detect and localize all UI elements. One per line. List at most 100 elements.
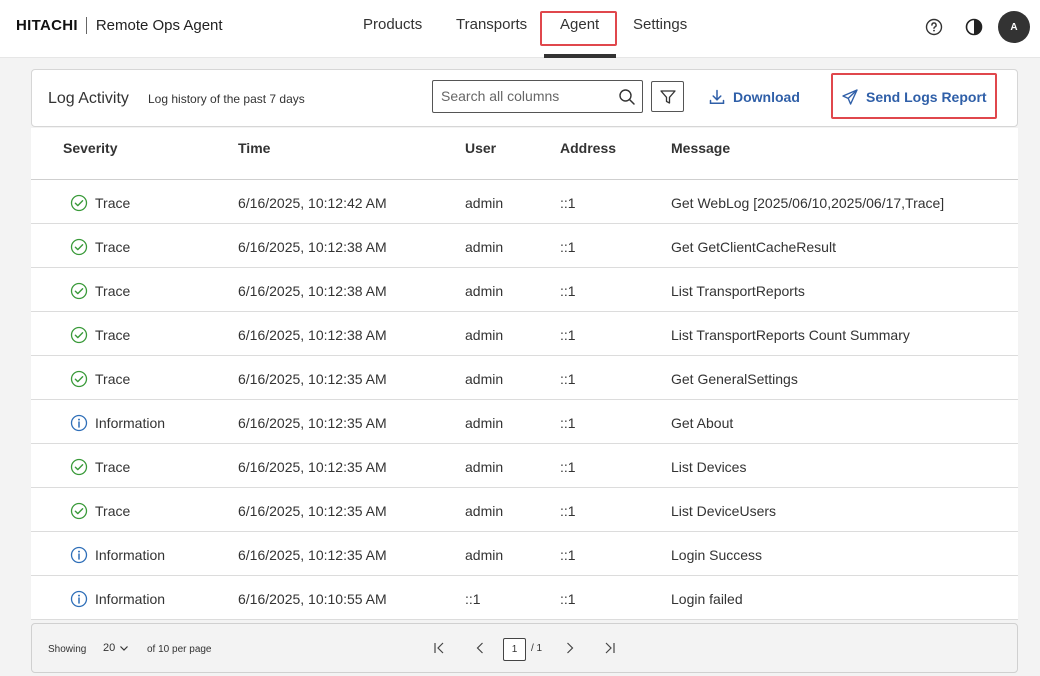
prev-page-icon[interactable]: [473, 641, 487, 655]
app-name: Remote Ops Agent: [95, 17, 223, 34]
address-cell: ::1: [560, 195, 576, 211]
check-circle-icon: [70, 238, 88, 256]
nav-transports[interactable]: Transports: [456, 16, 527, 33]
page-size-value: 20: [103, 642, 116, 654]
severity-text: Trace: [95, 371, 131, 387]
table-row[interactable]: Trace 6/16/2025, 10:12:38 AM admin::1 List …: [31, 312, 1018, 356]
severity-text: Trace: [95, 327, 131, 343]
nav-products[interactable]: Products: [363, 16, 422, 33]
user-cell: admin: [465, 195, 504, 211]
time-cell: 6/16/2025, 10:12:42 AM: [238, 195, 387, 211]
current-page-input[interactable]: 1: [503, 638, 526, 661]
showing-label: Showing: [48, 644, 87, 655]
message-cell: Get GeneralSettings: [671, 371, 798, 387]
page-subtitle: Log history of the past 7 days: [148, 92, 305, 106]
col-severity[interactable]: Severity: [63, 140, 117, 156]
pagination-bar: Showing 20 of 10 per page 1 / 1: [31, 623, 1018, 673]
table-body: Trace 6/16/2025, 10:12:42 AM admin::1 Get W…: [31, 180, 1018, 620]
nav-settings[interactable]: Settings: [633, 16, 687, 33]
severity-cell: Information: [70, 414, 165, 432]
search-icon[interactable]: [618, 88, 636, 111]
table-row[interactable]: Trace 6/16/2025, 10:12:38 AM admin::1 List …: [31, 268, 1018, 312]
check-circle-icon: [70, 370, 88, 388]
contrast-icon[interactable]: [958, 11, 990, 43]
time-cell: 6/16/2025, 10:12:35 AM: [238, 547, 387, 563]
table-row[interactable]: Trace 6/16/2025, 10:12:35 AM admin::1 List …: [31, 444, 1018, 488]
next-page-icon[interactable]: [563, 641, 577, 655]
address-cell: ::1: [560, 371, 576, 387]
severity-cell: Information: [70, 590, 165, 608]
page-size-select[interactable]: 20: [103, 642, 129, 654]
severity-text: Information: [95, 591, 166, 607]
message-cell: Get GetClientCacheResult: [671, 239, 836, 255]
message-cell: Login failed: [671, 591, 743, 607]
time-cell: 6/16/2025, 10:12:35 AM: [238, 371, 387, 387]
last-page-icon[interactable]: [603, 641, 617, 655]
hitachi-logo: HITACHI: [16, 17, 78, 34]
time-cell: 6/16/2025, 10:12:35 AM: [238, 503, 387, 519]
severity-text: Trace: [95, 459, 131, 475]
user-cell: admin: [465, 283, 504, 299]
col-address[interactable]: Address: [560, 140, 616, 156]
time-cell: 6/16/2025, 10:12:35 AM: [238, 415, 387, 431]
check-circle-icon: [70, 282, 88, 300]
message-cell: Get About: [671, 415, 734, 431]
table-row[interactable]: Information 6/16/2025, 10:12:35 AM admin::…: [31, 532, 1018, 576]
message-cell: List TransportReports Count Summary: [671, 327, 910, 343]
filter-button[interactable]: [651, 81, 684, 112]
table-row[interactable]: Information 6/16/2025, 10:10:55 AM::1::1 L…: [31, 576, 1018, 620]
user-cell: admin: [465, 415, 504, 431]
filter-icon: [659, 88, 677, 106]
check-circle-icon: [70, 458, 88, 476]
per-page-label: of 10 per page: [147, 644, 212, 655]
page-title: Log Activity: [48, 90, 129, 107]
brand-divider: [85, 17, 87, 34]
user-cell: admin: [465, 327, 504, 343]
user-cell: admin: [465, 459, 504, 475]
table-row[interactable]: Trace 6/16/2025, 10:12:35 AM admin::1 Get G…: [31, 356, 1018, 400]
table-row[interactable]: Trace 6/16/2025, 10:12:42 AM admin::1 Get W…: [31, 180, 1018, 224]
severity-cell: Information: [70, 546, 165, 564]
table-row[interactable]: Information 6/16/2025, 10:12:35 AM admin::…: [31, 400, 1018, 444]
address-cell: ::1: [560, 239, 576, 255]
help-circle-icon[interactable]: [918, 11, 950, 43]
user-avatar[interactable]: A: [998, 11, 1030, 43]
severity-text: Information: [95, 415, 166, 431]
message-cell: Login Success: [671, 547, 763, 563]
chevron-down-icon: [119, 643, 129, 653]
user-cell: ::1: [465, 591, 481, 607]
user-cell: admin: [465, 547, 504, 563]
message-cell: Get WebLog [2025/06/10,2025/06/17,Trace]: [671, 195, 945, 211]
table-row[interactable]: Trace 6/16/2025, 10:12:35 AM admin::1 List …: [31, 488, 1018, 532]
user-cell: admin: [465, 371, 504, 387]
col-user[interactable]: User: [465, 140, 496, 156]
search-input[interactable]: [441, 88, 611, 104]
user-cell: admin: [465, 503, 504, 519]
col-time[interactable]: Time: [238, 140, 270, 156]
check-circle-icon: [70, 326, 88, 344]
table-row[interactable]: Trace 6/16/2025, 10:12:38 AM admin::1 Get G…: [31, 224, 1018, 268]
first-page-icon[interactable]: [432, 641, 446, 655]
severity-text: Trace: [95, 503, 131, 519]
total-pages: / 1: [531, 643, 543, 654]
col-message[interactable]: Message: [671, 140, 730, 156]
highlight-send-logs-box: [831, 73, 997, 119]
info-circle-icon: [70, 590, 88, 608]
severity-text: Trace: [95, 283, 131, 299]
severity-text: Trace: [95, 239, 131, 255]
severity-cell: Trace: [70, 326, 130, 344]
message-cell: List Devices: [671, 459, 747, 475]
download-button[interactable]: Download: [708, 88, 800, 106]
address-cell: ::1: [560, 415, 576, 431]
check-circle-icon: [70, 502, 88, 520]
log-table: Severity Time User Address Message Trace…: [31, 128, 1018, 620]
severity-cell: Trace: [70, 370, 130, 388]
address-cell: ::1: [560, 327, 576, 343]
active-nav-indicator: [544, 54, 616, 58]
address-cell: ::1: [560, 591, 576, 607]
address-cell: ::1: [560, 459, 576, 475]
brand[interactable]: HITACHI Remote Ops Agent: [16, 17, 223, 34]
time-cell: 6/16/2025, 10:12:38 AM: [238, 283, 387, 299]
table-header: Severity Time User Address Message: [31, 128, 1018, 180]
address-cell: ::1: [560, 503, 576, 519]
